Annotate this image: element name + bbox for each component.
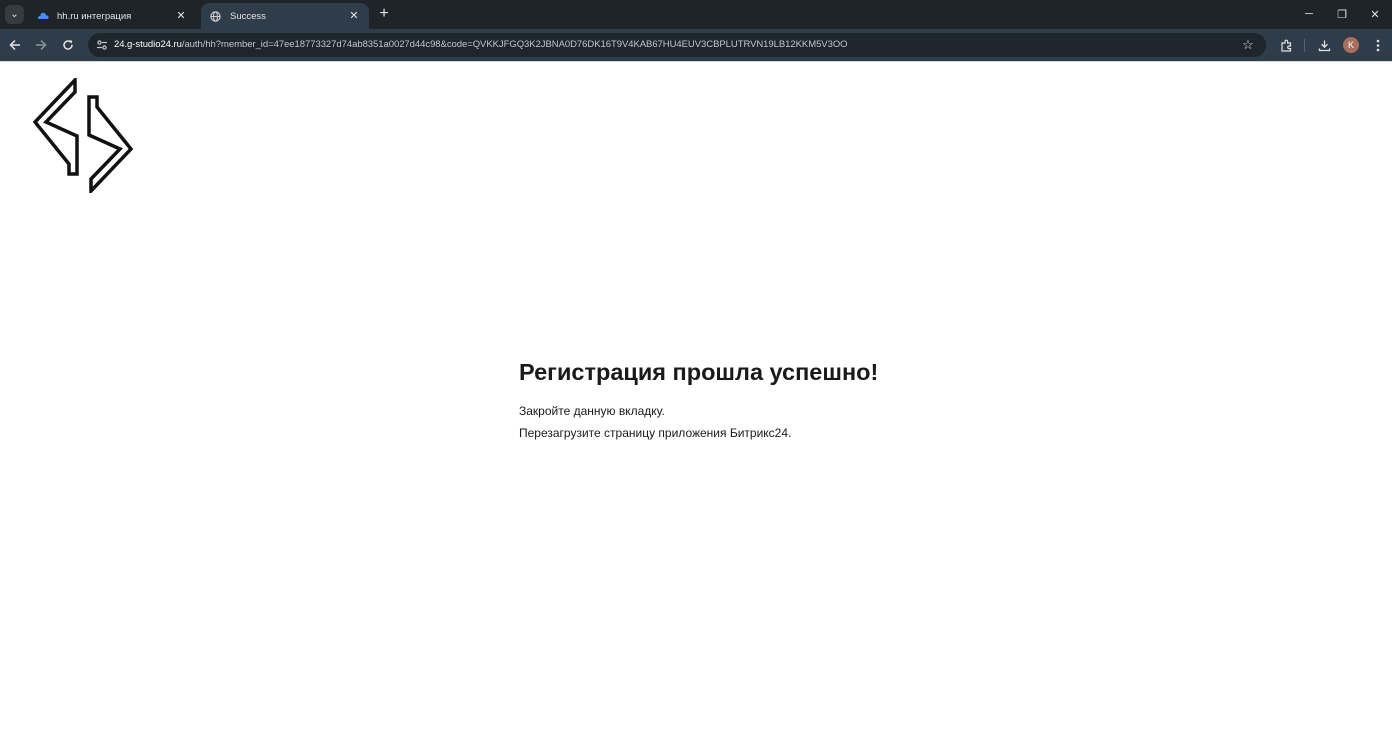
restore-icon[interactable]: ❐: [1327, 4, 1357, 24]
minimize-icon[interactable]: ─: [1294, 4, 1324, 24]
chevron-down-icon: ⌄: [10, 9, 19, 20]
cloud-icon: [36, 10, 49, 23]
download-icon[interactable]: [1314, 35, 1334, 55]
url-host: 24.g-studio24.ru: [114, 39, 182, 50]
new-tab-button[interactable]: +: [376, 6, 392, 22]
forward-icon[interactable]: [31, 35, 51, 55]
profile-avatar[interactable]: K: [1343, 37, 1359, 53]
toolbar-divider: [1304, 39, 1305, 52]
globe-icon: [209, 10, 222, 23]
page-title: Регистрация прошла успешно!: [519, 359, 879, 385]
site-info-icon[interactable]: [94, 37, 110, 53]
tab-hh-integration[interactable]: hh.ru интеграция ✕: [28, 3, 196, 29]
extensions-icon[interactable]: [1276, 35, 1296, 55]
bookmark-star-icon[interactable]: ☆: [1240, 37, 1256, 53]
instruction-close-tab: Закройте данную вкладку.: [519, 404, 665, 418]
tab-success[interactable]: Success ✕: [201, 3, 369, 29]
close-icon[interactable]: ✕: [347, 9, 361, 23]
url-path: /auth/hh?member_id=47ee18773327d74ab8351…: [181, 39, 848, 50]
tab-strip: ⌄ hh.ru интеграция ✕ Success ✕ + ─ ❐ ✕: [0, 0, 1392, 29]
close-icon[interactable]: ✕: [174, 9, 188, 23]
url-text: 24.g-studio24.ru/auth/hh?member_id=47ee1…: [114, 39, 848, 50]
back-icon[interactable]: [5, 35, 25, 55]
tab-title: Success: [230, 10, 266, 22]
tab-title: hh.ru интеграция: [57, 10, 132, 22]
close-window-icon[interactable]: ✕: [1360, 4, 1390, 24]
instruction-reload-app: Перезагрузите страницу приложения Битрик…: [519, 426, 792, 440]
page-content: Регистрация прошла успешно! Закройте дан…: [0, 62, 1392, 736]
browser-window: ⌄ hh.ru интеграция ✕ Success ✕ + ─ ❐ ✕ 2…: [0, 0, 1392, 736]
address-bar[interactable]: 24.g-studio24.ru/auth/hh?member_id=47ee1…: [88, 33, 1266, 57]
company-logo: [33, 78, 133, 193]
menu-kebab-icon[interactable]: [1368, 35, 1388, 55]
browser-toolbar: 24.g-studio24.ru/auth/hh?member_id=47ee1…: [0, 29, 1392, 61]
tab-search-button[interactable]: ⌄: [5, 5, 24, 24]
success-message: Регистрация прошла успешно! Закройте дан…: [519, 359, 878, 440]
reload-icon[interactable]: [58, 35, 78, 55]
